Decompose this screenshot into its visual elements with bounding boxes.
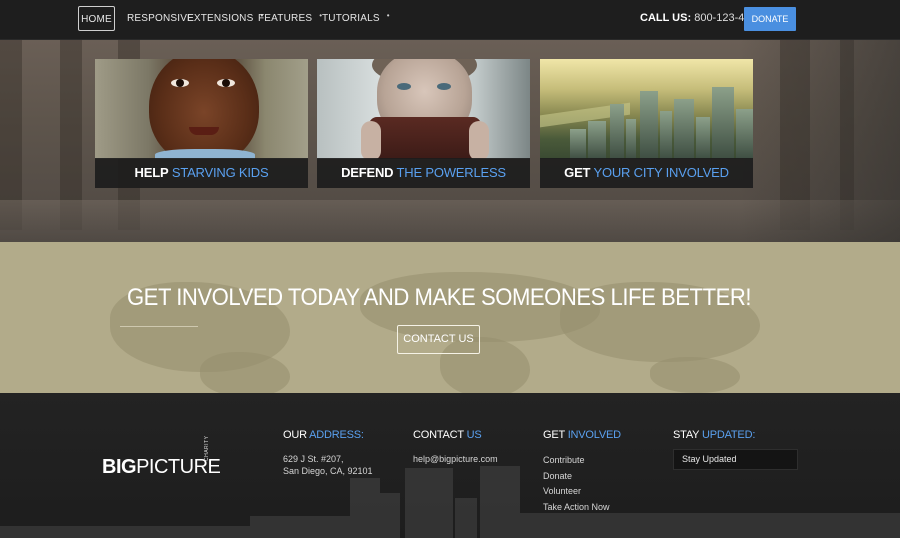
- nav-extensions[interactable]: EXTENSIONS •: [187, 6, 263, 31]
- world-map-shape: [200, 352, 290, 393]
- nav-responsive[interactable]: RESPONSIVE: [127, 6, 194, 31]
- address-heading: OUR ADDRESS:: [283, 429, 373, 443]
- newsletter-input[interactable]: Stay Updated: [673, 449, 798, 470]
- stay-updated-heading: STAY UPDATED:: [673, 429, 755, 443]
- footer-contact: CONTACT US help@bigpicture.com: [413, 429, 498, 465]
- cta-title: GET INVOLVED TODAY AND MAKE SOMEONES LIF…: [126, 284, 752, 311]
- heading-accent: INVOLVED: [567, 429, 621, 441]
- footer-get-involved: GET INVOLVED Contribute Donate Volunteer…: [543, 429, 621, 515]
- caption-accent: THE POWERLESS: [396, 165, 507, 180]
- link-donate[interactable]: Donate: [543, 469, 621, 485]
- contact-us-button[interactable]: CONTACT US: [397, 325, 480, 354]
- skyline-silhouette: [350, 478, 380, 538]
- heading-accent: ADDRESS:: [309, 429, 364, 441]
- dropdown-indicator-icon: •: [386, 11, 390, 20]
- skyline-silhouette: [405, 468, 453, 538]
- nav-extensions-label: EXTENSIONS: [187, 13, 254, 24]
- skyline-silhouette: [250, 516, 350, 538]
- link-volunteer[interactable]: Volunteer: [543, 484, 621, 500]
- caption-accent: YOUR CITY INVOLVED: [593, 165, 729, 180]
- nav-features-label: FEATURES: [258, 13, 313, 24]
- caption-accent: STARVING KIDS: [171, 165, 269, 180]
- contact-email-link[interactable]: help@bigpicture.com: [413, 453, 498, 465]
- cause-card-powerless[interactable]: DEFEND THE POWERLESS: [317, 59, 530, 188]
- nav-tutorials[interactable]: TUTORIALS •: [322, 6, 390, 31]
- site-logo[interactable]: BIGPICTURE CHARITY: [102, 436, 221, 479]
- heading-accent: US: [466, 429, 482, 441]
- caption-bold: GET: [564, 165, 591, 180]
- skyline-silhouette: [0, 526, 250, 538]
- city-skyline-photo: [540, 59, 753, 159]
- top-navigation: HOME RESPONSIVE EXTENSIONS • FEATURES • TU…: [0, 0, 900, 40]
- hero-shade: [740, 40, 900, 242]
- link-take-action-now[interactable]: Take Action Now: [543, 500, 621, 516]
- cause-card-caption: GET YOUR CITY INVOLVED: [540, 158, 753, 188]
- contact-heading: CONTACT US: [413, 429, 498, 443]
- call-us-label: CALL US:: [640, 12, 692, 24]
- cause-card-kids[interactable]: HELP STARVING KIDS: [95, 59, 308, 188]
- get-involved-heading: GET INVOLVED: [543, 429, 621, 443]
- caption-bold: HELP: [134, 165, 169, 180]
- address-line-2: San Diego, CA, 92101: [283, 466, 373, 476]
- heading-text: GET: [543, 429, 565, 441]
- logo-bold: BIG: [102, 456, 137, 478]
- nav-home[interactable]: HOME: [78, 6, 115, 31]
- heading-text: CONTACT: [413, 429, 464, 441]
- boy-with-book-photo: [317, 59, 530, 159]
- logo-tagline: CHARITY: [204, 435, 210, 461]
- skyline-silhouette: [380, 493, 400, 538]
- world-map-shape: [650, 357, 740, 393]
- nav-responsive-label: RESPONSIVE: [127, 13, 195, 24]
- cause-card-city[interactable]: GET YOUR CITY INVOLVED: [540, 59, 753, 188]
- skyline-silhouette: [455, 498, 477, 538]
- heading-text: OUR: [283, 429, 307, 441]
- call-to-action-section: GET INVOLVED TODAY AND MAKE SOMEONES LIF…: [0, 242, 900, 393]
- skyline-silhouette: [520, 513, 900, 538]
- address-line-1: 629 J St. #207,: [283, 454, 344, 464]
- nav-tutorials-label: TUTORIALS: [322, 13, 380, 24]
- donate-button[interactable]: DONATE: [744, 7, 796, 31]
- caption-bold: DEFEND: [341, 165, 394, 180]
- link-contribute[interactable]: Contribute: [543, 453, 621, 469]
- kid-photo: [95, 59, 308, 159]
- cause-card-caption: HELP STARVING KIDS: [95, 158, 308, 188]
- footer-address: OUR ADDRESS: 629 J St. #207, San Diego, …: [283, 429, 373, 477]
- nav-features[interactable]: FEATURES •: [258, 6, 322, 31]
- skyline-silhouette: [480, 466, 520, 538]
- cause-card-caption: DEFEND THE POWERLESS: [317, 158, 530, 188]
- heading-accent: UPDATED:: [701, 429, 756, 441]
- decorative-rule: [120, 326, 198, 327]
- heading-text: STAY: [673, 429, 700, 441]
